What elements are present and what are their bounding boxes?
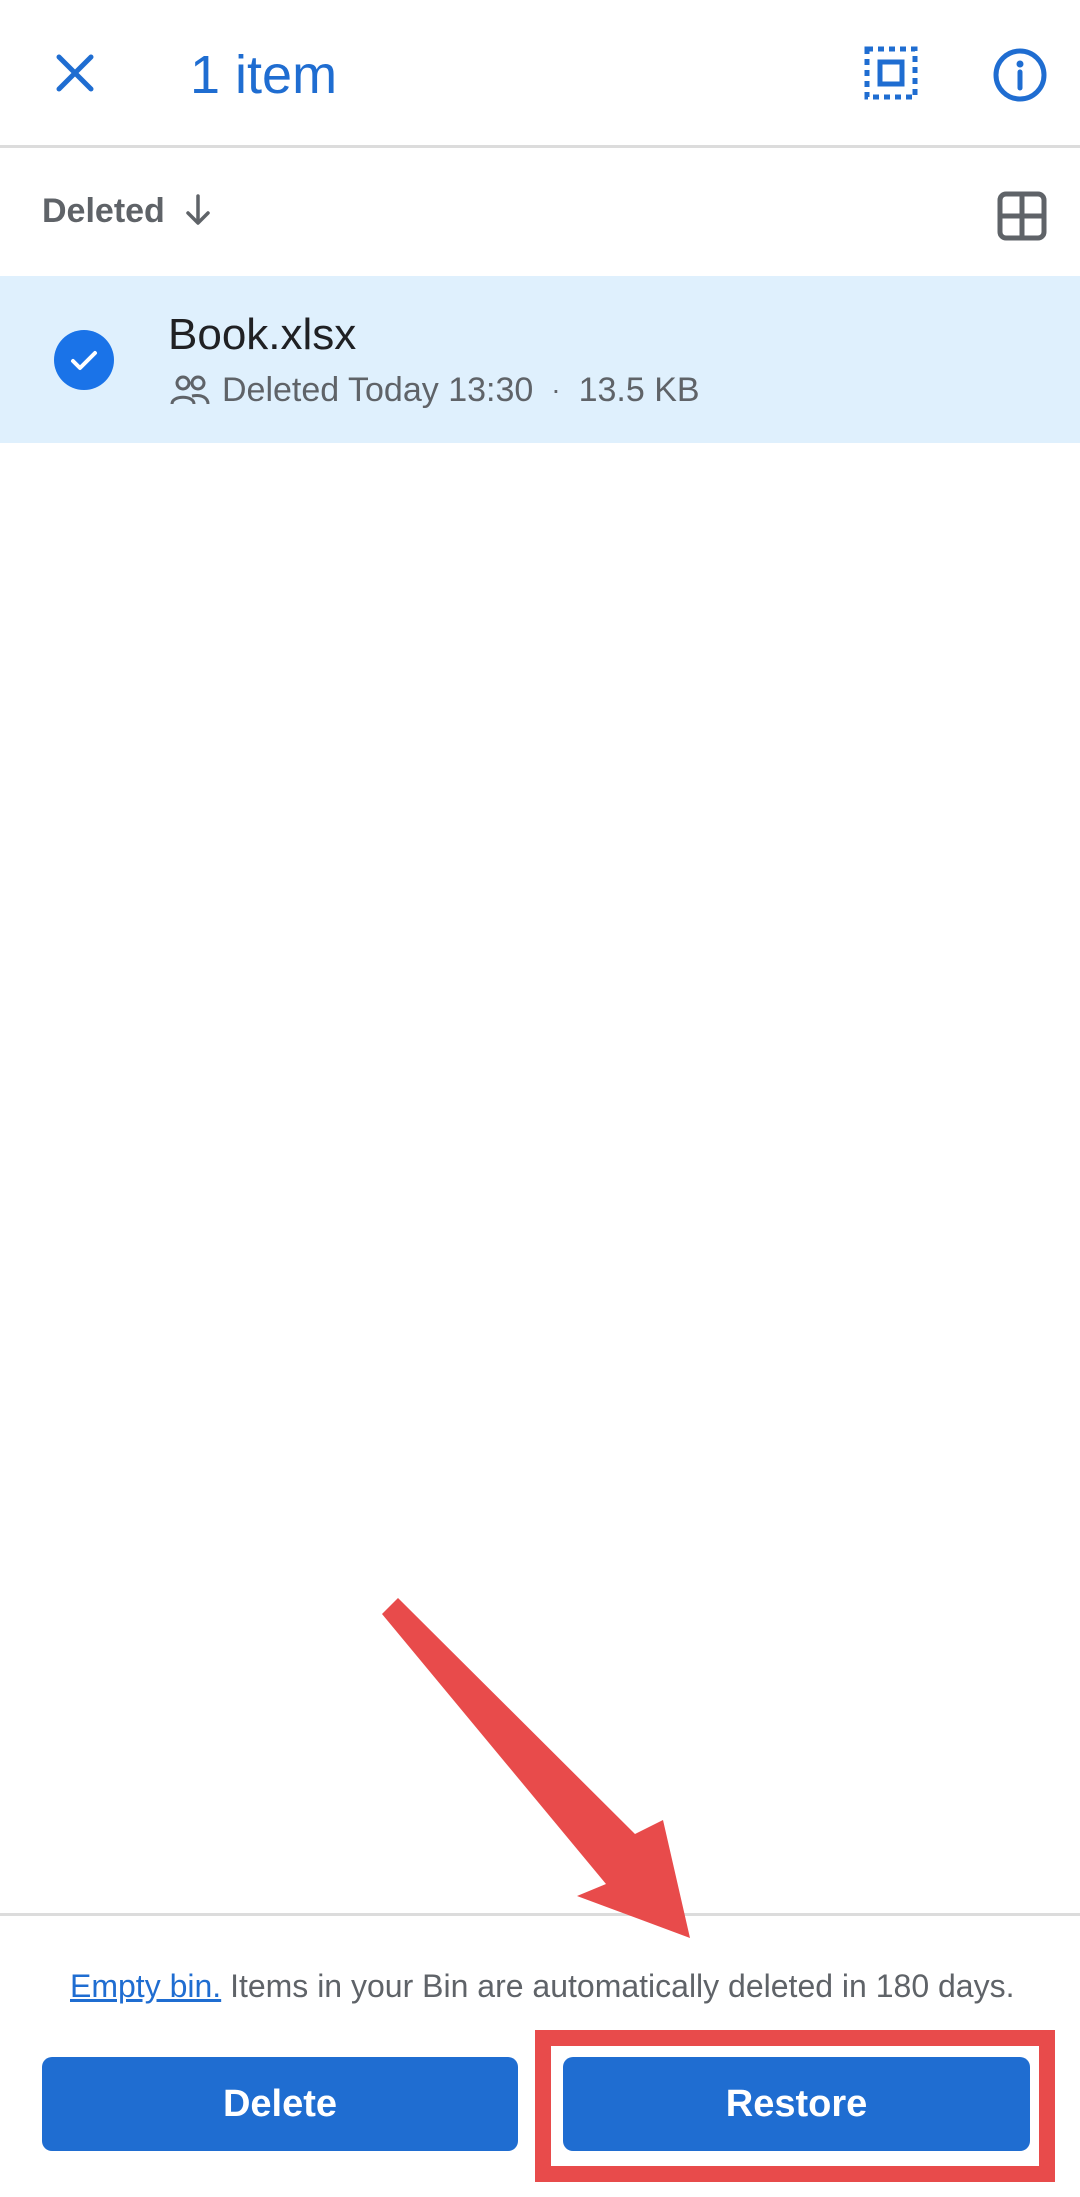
grid-view-button[interactable] (994, 188, 1050, 244)
close-icon (56, 54, 94, 92)
file-list-item[interactable]: Book.xlsx Deleted Today 13:30 · 13.5 KB (0, 276, 1080, 443)
close-selection-button[interactable] (42, 40, 108, 106)
selection-count-title: 1 item (190, 45, 338, 105)
restore-button[interactable]: Restore (563, 2057, 1030, 2151)
info-button[interactable] (985, 40, 1055, 110)
delete-button[interactable]: Delete (42, 2057, 518, 2151)
empty-bin-link[interactable]: Empty bin. (70, 1968, 221, 2004)
check-icon (71, 351, 97, 370)
file-size: 13.5 KB (578, 370, 700, 409)
deleted-date: Deleted Today 13:30 (222, 370, 534, 409)
grid-view-icon (997, 191, 1047, 241)
file-name: Book.xlsx (168, 310, 357, 359)
sort-down-arrow-icon (186, 194, 210, 225)
select-all-icon (864, 46, 918, 100)
shared-people-icon (170, 375, 210, 405)
info-icon (993, 48, 1047, 102)
file-meta: Deleted Today 13:30 · 13.5 KB (168, 368, 700, 412)
bin-notice: Empty bin. Items in your Bin are automat… (70, 1968, 1014, 2005)
bottom-divider (0, 1913, 1080, 1916)
sort-bar: Deleted (0, 148, 1080, 276)
select-all-button[interactable] (858, 40, 924, 106)
meta-separator: · (551, 374, 561, 405)
sort-by-deleted-label[interactable]: Deleted (42, 192, 165, 231)
sort-direction-button[interactable] (178, 190, 218, 230)
top-app-bar: 1 item (0, 0, 1080, 146)
bin-notice-text: Items in your Bin are automatically dele… (221, 1968, 1015, 2004)
selected-checkbox[interactable] (54, 330, 114, 390)
trash-selection-screen: 1 item Deleted Book.xlsx Deleted Today 1… (0, 0, 1080, 2197)
